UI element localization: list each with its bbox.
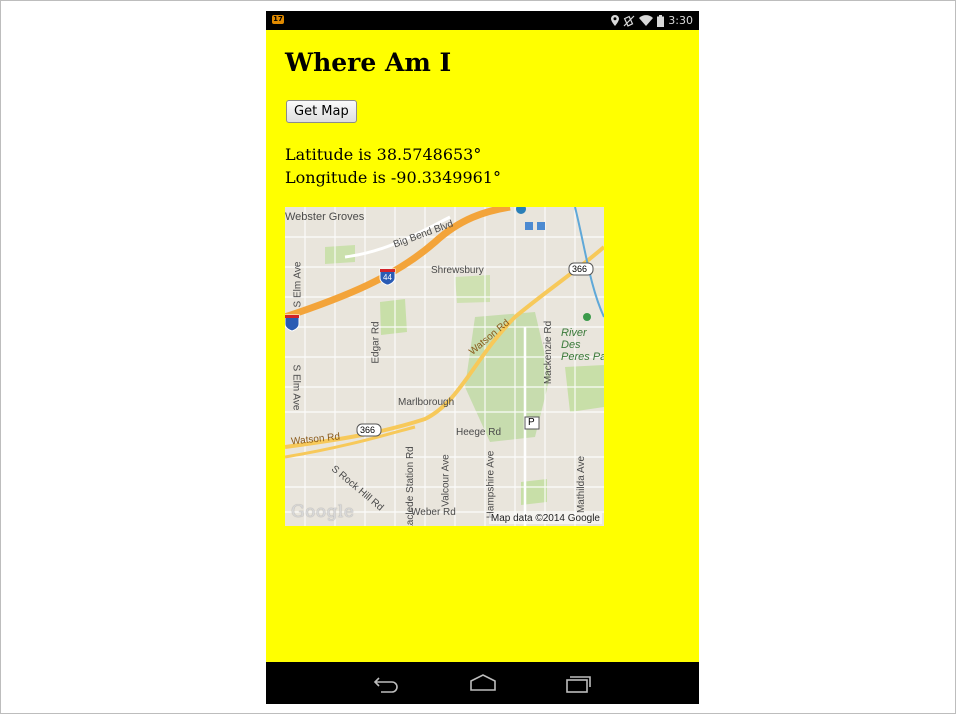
status-clock: 3:30 xyxy=(668,14,693,27)
map-attribution[interactable]: Map data ©2014 Google xyxy=(488,513,602,524)
map-label: S Elm Ave xyxy=(290,364,302,411)
park-area xyxy=(565,365,604,412)
transit-icon xyxy=(537,222,545,230)
vibrate-icon xyxy=(623,15,635,27)
google-logo: Google xyxy=(291,502,355,522)
route-label: 366 xyxy=(572,264,588,274)
map-label: Heege Rd xyxy=(456,427,502,438)
route-label: 44 xyxy=(383,273,392,282)
park-area xyxy=(325,245,355,264)
park-area xyxy=(380,299,407,335)
home-icon[interactable] xyxy=(469,672,497,694)
map-label: Shrewsbury xyxy=(431,265,484,276)
map-label: Weber Rd xyxy=(411,507,456,518)
coordinates-text: Latitude is 38.5748653° Longitude is -90… xyxy=(285,143,501,189)
back-icon[interactable] xyxy=(372,672,400,694)
map-label: Webster Groves xyxy=(285,211,365,223)
status-bar: 17 3:30 xyxy=(266,11,699,30)
map-label: Edgar Rd xyxy=(370,321,382,364)
route-label: 366 xyxy=(360,425,376,435)
map-label: River Des Peres Pa xyxy=(561,327,604,363)
map-label: Hampshire Ave xyxy=(485,450,497,519)
notification-badge: 17 xyxy=(272,15,284,24)
map-label: Mathilda Ave xyxy=(576,455,588,514)
recent-apps-icon[interactable] xyxy=(563,672,591,694)
battery-icon xyxy=(657,14,665,27)
location-icon xyxy=(611,15,620,26)
park-marker-icon xyxy=(583,313,591,321)
map-label: S Elm Ave xyxy=(292,261,304,308)
parking-label: P xyxy=(528,417,535,428)
map-label: Marlborough xyxy=(398,397,455,408)
page-title: Where Am I xyxy=(285,48,452,77)
interstate-44-shield xyxy=(285,314,300,332)
latitude-text: Latitude is 38.5748653° xyxy=(285,145,482,164)
longitude-text: Longitude is -90.3349961° xyxy=(285,168,501,187)
map-label: Mackenzie Rd xyxy=(543,320,555,385)
map-label: Valcour Ave xyxy=(440,454,452,507)
transit-icon xyxy=(525,222,533,230)
get-map-button[interactable]: Get Map xyxy=(286,100,357,123)
navigation-bar xyxy=(266,662,699,704)
wifi-icon xyxy=(639,15,654,26)
map-image[interactable]: Webster Groves Big Bend Blvd Shrewsbury … xyxy=(285,207,604,526)
